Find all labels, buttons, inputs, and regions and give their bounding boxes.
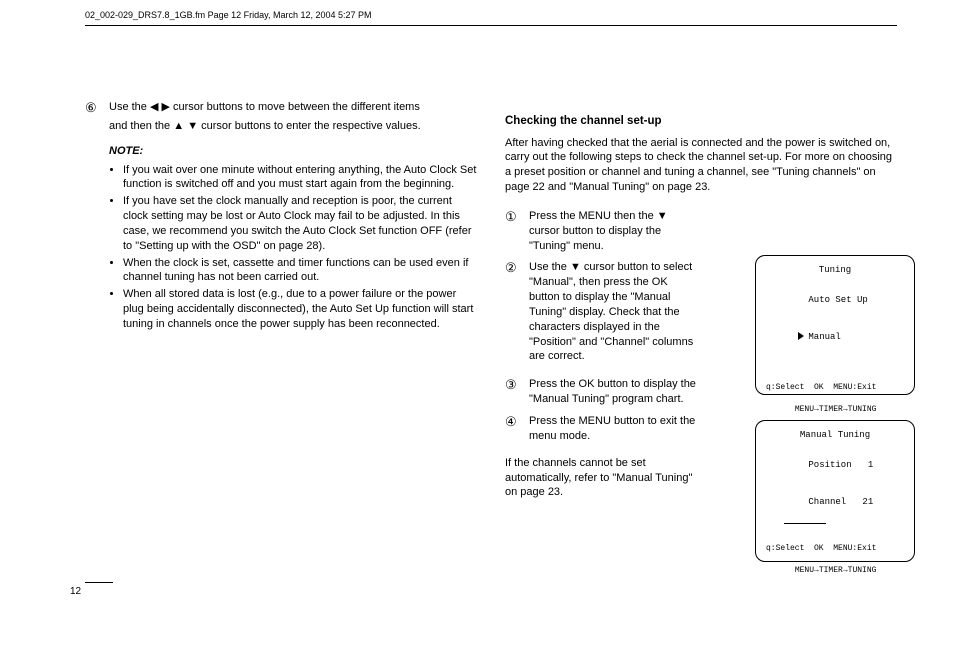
screen2-title: Manual Tuning (766, 429, 904, 441)
step4-body: Press the MENU button to exit the menu m… (529, 414, 700, 444)
step2-b: cursor button to select "Manual", then p… (529, 261, 693, 362)
screen2-pos: Position 1 (766, 447, 904, 483)
screen-hint: q:Select OK MENU:Exit (766, 383, 904, 394)
pointer-icon (798, 332, 804, 340)
step-2: ② Use the ▼ cursor button to select "Man… (505, 260, 700, 368)
triangle-up-icon: ▲ (173, 119, 184, 134)
step-number-2: ② (505, 260, 521, 276)
header-rule (85, 25, 897, 26)
page-header: 02_002-029_DRS7.8_1GB.fm Page 12 Friday,… (85, 10, 897, 20)
header-left-text: 02_002-029_DRS7.8_1GB.fm Page 12 Friday,… (85, 10, 372, 20)
step-number-6: ⑥ (85, 100, 101, 116)
osd-screen-manual-tuning: Manual Tuning Position 1 Channel 21 q:Se… (755, 420, 915, 562)
step-4: ④ Press the MENU button to exit the menu… (505, 414, 700, 448)
step6-text-d: cursor buttons to enter the respective v… (201, 120, 421, 132)
page-number: 12 (70, 586, 81, 597)
step3-body: Press the OK button to display the "Manu… (529, 377, 700, 407)
step1-c: "Tuning" menu. (529, 240, 604, 252)
screen-separator (784, 523, 826, 524)
note-item: When all stored data is lost (e.g., due … (123, 287, 480, 332)
note-item: If you have set the clock manually and r… (123, 194, 480, 253)
screen2-chan: Channel 21 (766, 484, 904, 520)
step2-a: Use the (529, 261, 570, 273)
triangle-left-icon: ◀ (150, 100, 158, 115)
footer-short-rule (85, 582, 113, 583)
triangle-down-icon: ▼ (570, 260, 581, 275)
left-column: ⑥ Use the ◀ ▶ cursor buttons to move bet… (85, 100, 480, 336)
screen2-hint: q:Select OK MENU:Exit (766, 544, 904, 555)
right-column: Checking the channel set-up After having… (505, 100, 900, 504)
section-intro: After having checked that the aerial is … (505, 136, 895, 195)
step-6: ⑥ Use the ◀ ▶ cursor buttons to move bet… (85, 100, 480, 138)
screen-line-auto: Auto Set Up (766, 282, 904, 318)
section-heading: Checking the channel set-up (505, 114, 900, 130)
note-item: When the clock is set, cassette and time… (123, 256, 480, 286)
step6-text-a: Use the (109, 101, 150, 113)
screen-line-manual: Manual (766, 319, 904, 355)
osd-screen-tuning: Tuning Auto Set Up Manual q:Select OK ME… (755, 255, 915, 395)
triangle-down-icon: ▼ (657, 209, 668, 224)
step6-text-b: cursor buttons to move between the diffe… (173, 101, 420, 113)
triangle-right-icon: ▶ (162, 100, 170, 115)
step1-a: Press the MENU then the (529, 210, 657, 222)
step-6-body: Use the ◀ ▶ cursor buttons to move betwe… (109, 100, 480, 138)
screen-title: Tuning (766, 264, 904, 276)
step6-text-c: and then the (109, 120, 173, 132)
notes-block: NOTE: If you wait over one minute withou… (109, 144, 480, 332)
step-number-4: ④ (505, 414, 521, 430)
step-number-3: ③ (505, 377, 521, 393)
step1-b: cursor button to display the (529, 225, 661, 237)
tip-text: If the channels cannot be set automatica… (505, 456, 700, 501)
note-label: NOTE: (109, 144, 480, 159)
notes-list: If you wait over one minute without ente… (123, 163, 480, 332)
step-number-1: ① (505, 209, 521, 225)
note-item: If you wait over one minute without ente… (123, 163, 480, 193)
step-1: ① Press the MENU then the ▼ cursor butto… (505, 209, 700, 258)
screen2-footer: MENU→TIMER→TUNING (766, 555, 904, 587)
step-3: ③ Press the OK button to display the "Ma… (505, 377, 700, 411)
triangle-down-icon: ▼ (187, 119, 198, 134)
